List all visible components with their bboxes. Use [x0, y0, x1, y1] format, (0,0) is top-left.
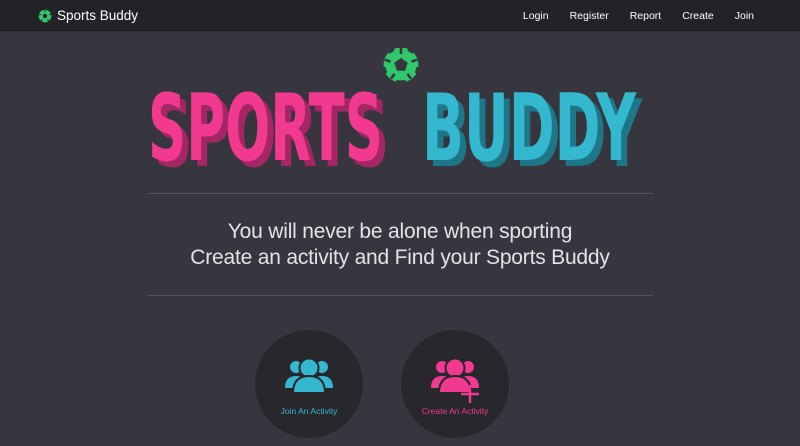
nav-join-link[interactable]: Join	[735, 10, 754, 22]
navbar: Sports Buddy Login Register Report Creat…	[0, 0, 800, 31]
brand-label: Sports Buddy	[57, 8, 139, 23]
group-icon	[285, 357, 333, 394]
brand-link[interactable]: Sports Buddy	[38, 7, 138, 24]
nav-login-link[interactable]: Login	[523, 10, 549, 22]
soccer-ball-icon	[38, 9, 52, 22]
nav-register-link[interactable]: Register	[570, 10, 609, 22]
top-divider	[148, 193, 653, 194]
soccer-ball-icon	[382, 48, 420, 83]
bottom-divider	[148, 295, 653, 296]
join-activity-label: Join An Activity	[280, 406, 338, 416]
group-add-icon	[431, 357, 479, 403]
nav-links: Login Register Report Create Join	[523, 0, 754, 31]
hero-logo-svg: SPORTS BUDDY SPORTS BUDDY	[148, 48, 643, 173]
create-activity-label: Create An Activity	[421, 406, 489, 416]
nav-create-link[interactable]: Create	[682, 10, 714, 22]
nav-report-link[interactable]: Report	[630, 10, 662, 22]
tagline-line-1: You will never be alone when sporting	[227, 220, 573, 243]
hero-logo: SPORTS BUDDY SPORTS BUDDY	[0, 48, 800, 173]
hero-word-sports: SPORTS	[148, 74, 383, 173]
join-activity-button[interactable]: Join An Activity	[255, 330, 363, 438]
tagline-line-2: Create an activity and Find your Sports …	[190, 246, 610, 269]
create-activity-button[interactable]: Create An Activity	[401, 330, 509, 438]
hero-word-buddy: BUDDY	[422, 74, 637, 173]
